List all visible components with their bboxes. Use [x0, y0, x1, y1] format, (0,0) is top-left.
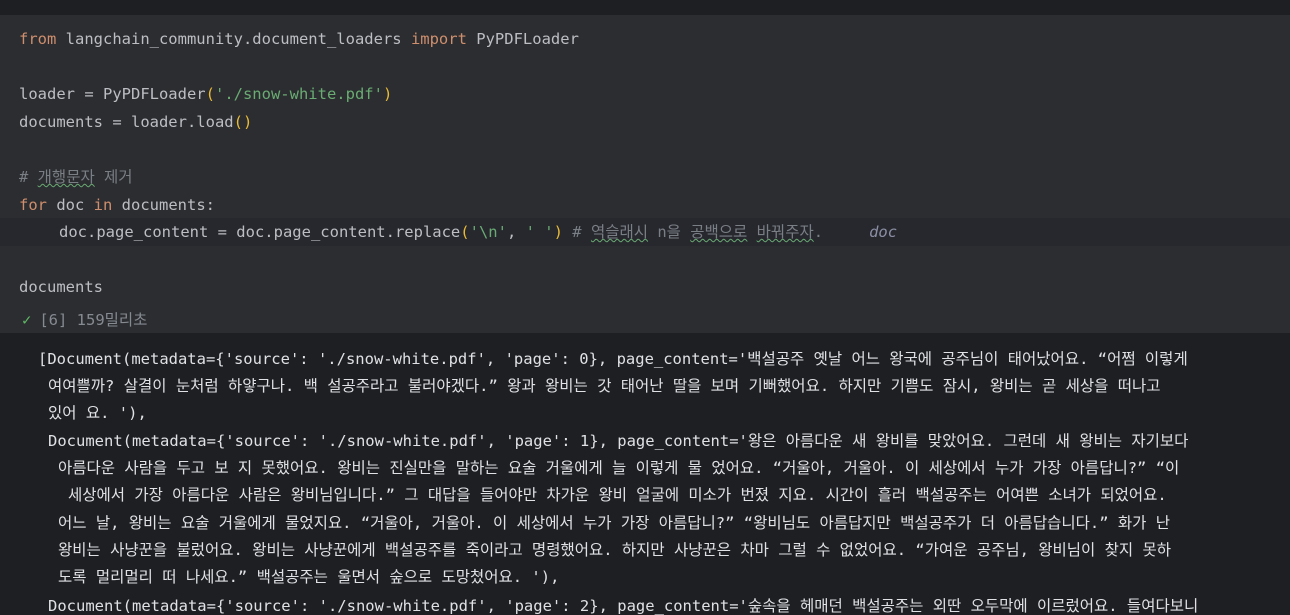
call-parens: () — [233, 113, 253, 131]
loop-iterable: documents: — [112, 196, 215, 214]
run-status: ✓ [6] 159밀리초 — [22, 307, 147, 333]
cell-output[interactable]: [Document(metadata={'source': './snow-wh… — [0, 333, 1290, 615]
comment-hash: # — [562, 223, 591, 241]
top-strip — [0, 0, 1290, 15]
output-line: 도록 멀리멀리 떠 나세요.” 백설공주는 울면서 숲으로 도망쳤어요. '), — [58, 568, 560, 586]
code-line-documents[interactable]: documents = loader.load() — [19, 108, 1289, 136]
output-line: 왕비는 사냥꾼을 불렀어요. 왕비는 사냥꾼에게 백설공주를 죽이라고 명령했어… — [58, 541, 1172, 559]
comment-period: . — [813, 223, 824, 241]
output-line: [Document(metadata={'source': './snow-wh… — [38, 350, 1188, 368]
code-line-comment[interactable]: # 개행문자 제거 — [19, 163, 1289, 191]
comment-word: 제거 — [94, 168, 133, 186]
output-line: 어느 날, 왕비는 요술 거울에게 물었지요. “거울아, 거울아. 이 세상에… — [58, 514, 1170, 532]
comment-hash: # — [19, 168, 38, 186]
module-name: langchain_community.document_loaders — [56, 30, 411, 48]
code-line-replace[interactable]: doc.page_content = doc.page_content.repl… — [0, 218, 1290, 246]
replace-call: doc.page_content = doc.page_content.repl… — [59, 223, 461, 241]
comment-word: 바꿔주자 — [756, 223, 814, 241]
paren-close: ) — [382, 85, 393, 103]
check-icon: ✓ — [22, 311, 32, 329]
newline-string: '\n' — [469, 223, 507, 241]
output-line: Document(metadata={'source': './snow-whi… — [48, 597, 1199, 615]
keyword-import: import — [410, 30, 467, 48]
output-line: Document(metadata={'source': './snow-whi… — [48, 432, 1189, 450]
execution-time: [6] 159밀리초 — [39, 311, 148, 329]
comment-word: 개행문자 — [37, 168, 95, 186]
comment-space — [747, 223, 756, 241]
code-line-import[interactable]: from langchain_community.document_loader… — [19, 25, 1289, 53]
paren-close: ) — [553, 223, 563, 241]
comment-word: n을 — [648, 223, 691, 241]
class-name: PyPDFLoader — [466, 30, 579, 48]
loop-var: doc — [47, 196, 94, 214]
documents-expr: documents — [19, 278, 103, 296]
code-line-for[interactable]: for doc in documents: — [19, 191, 1289, 219]
keyword-from: from — [19, 30, 57, 48]
paren-open: ( — [460, 223, 470, 241]
code-cell[interactable]: from langchain_community.document_loader… — [0, 15, 1290, 333]
output-line: 아름다운 사람을 두고 보 지 못했어요. 왕비는 진실만을 말하는 요술 거울… — [58, 459, 1180, 477]
inline-type-hint: doc — [869, 223, 898, 241]
space-string: ' ' — [525, 223, 554, 241]
output-line: 있어 요. '), — [48, 404, 147, 422]
comment-word: 공백으로 — [690, 223, 748, 241]
code-line-loader[interactable]: loader = PyPDFLoader('./snow-white.pdf') — [19, 80, 1289, 108]
output-line: 여여쁠까? 살결이 눈처럼 하얗구나. 백 설공주라고 불러야겠다.” 왕과 왕… — [48, 377, 1161, 395]
pdf-path-string: './snow-white.pdf' — [214, 85, 383, 103]
loader-assign: loader = PyPDFLoader — [19, 85, 206, 103]
code-line-output-expr[interactable]: documents — [19, 273, 1289, 301]
keyword-in: in — [93, 196, 113, 214]
output-line: 세상에서 가장 아름다운 사람은 왕비님입니다.” 그 대답을 들어야만 차가운… — [68, 486, 1167, 504]
documents-assign: documents = loader.load — [19, 113, 234, 131]
comma: , — [506, 223, 526, 241]
comment-word: 역슬래시 — [590, 223, 649, 241]
keyword-for: for — [19, 196, 47, 214]
paren-open: ( — [205, 85, 215, 103]
